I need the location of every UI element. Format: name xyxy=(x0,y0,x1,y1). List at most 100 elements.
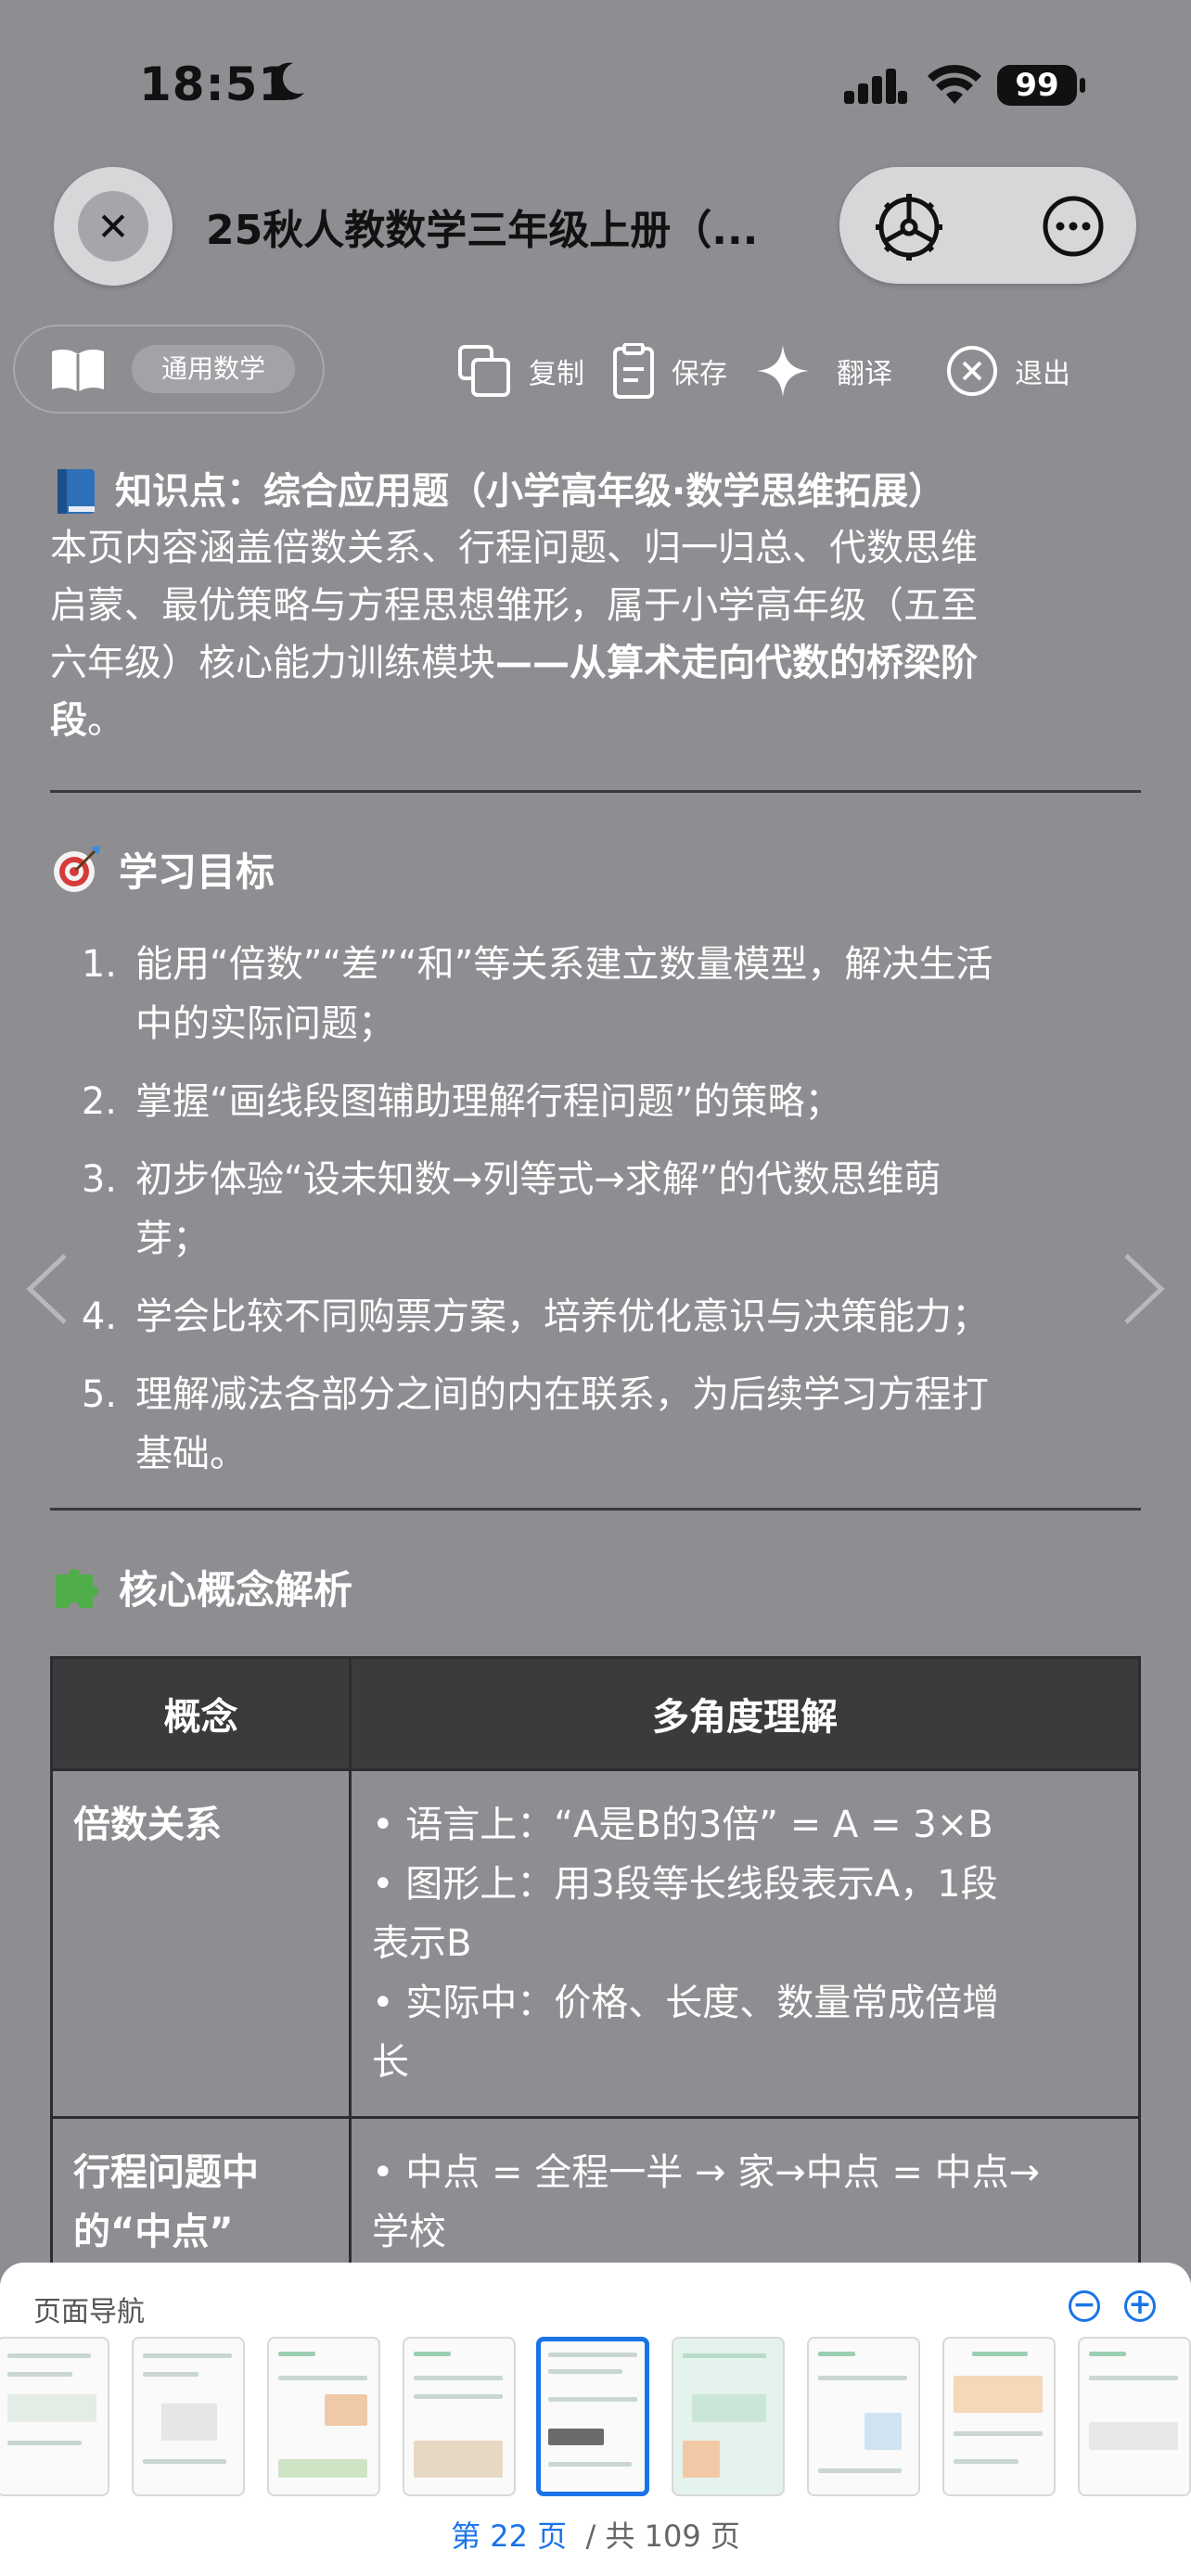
list-text: 能用“倍数”“差”“和”等关系建立数量模型，解决生活 中的实际问题； xyxy=(135,935,992,1053)
current-page: 第 22 页 xyxy=(451,2519,567,2554)
list-text: 初步体验“设未知数→列等式→求解”的代数思维萌 芽； xyxy=(135,1150,941,1269)
gear-icon[interactable] xyxy=(875,193,943,261)
list-text-line: 初步体验“设未知数→列等式→求解”的代数思维萌 xyxy=(135,1158,941,1201)
list-item: 3. 初步体验“设未知数→列等式→求解”的代数思维萌 芽； xyxy=(50,1150,1145,1269)
cell-line: 表示B xyxy=(372,1922,472,1965)
battery-indicator: 99 xyxy=(997,65,1077,106)
moon-icon xyxy=(271,62,304,100)
copy-label: 复制 xyxy=(529,358,584,390)
list-item: 1. 能用“倍数”“差”“和”等关系建立数量模型，解决生活 中的实际问题； xyxy=(50,935,1145,1053)
battery-cap xyxy=(1080,78,1085,93)
thumbnail-strip[interactable] xyxy=(0,2337,1191,2504)
sparkle-icon xyxy=(757,345,809,397)
goals-list: 1. 能用“倍数”“差”“和”等关系建立数量模型，解决生活 中的实际问题； 2. 掌握… xyxy=(50,935,1145,1484)
knowledge-emphasis-1: ——从算术走向代数的桥梁阶 xyxy=(495,642,978,684)
page-thumbnail[interactable] xyxy=(807,2337,920,2496)
list-item: 4. 学会比较不同购票方案，培养优化意识与决策能力； xyxy=(50,1287,1145,1346)
concepts-title: 核心概念解析 xyxy=(119,1567,353,1613)
cell-line: 的“中点” xyxy=(73,2211,234,2253)
mode-tag: 通用数学 xyxy=(132,345,295,393)
page-thumbnail[interactable] xyxy=(132,2337,245,2496)
clipboard-icon xyxy=(613,343,654,399)
divider xyxy=(50,790,1141,793)
header-actions-pill xyxy=(839,167,1136,284)
list-text-line: 能用“倍数”“差”“和”等关系建立数量模型，解决生活 xyxy=(135,943,993,986)
current-page-prefix: 第 xyxy=(451,2519,481,2554)
cell-line: 长 xyxy=(372,2041,409,2084)
knowledge-tail: 。 xyxy=(87,699,124,742)
table-cell: 倍数关系 xyxy=(50,1768,352,2119)
mode-selector[interactable]: 通用数学 xyxy=(13,325,325,414)
concepts-section-title: 核心概念解析 xyxy=(50,1559,1145,1615)
save-button[interactable]: 保存 xyxy=(612,343,727,399)
translate-button[interactable]: 翻译 xyxy=(757,343,892,399)
cell-line: • 语言上：“A是B的3倍” = A = 3×B xyxy=(372,1804,993,1846)
list-text: 理解减法各部分之间的内在联系，为后续学习方程打 基础。 xyxy=(135,1365,989,1484)
zoom-in-button[interactable]: + xyxy=(1124,2290,1156,2322)
list-text-line: 基础。 xyxy=(135,1433,247,1475)
ai-summary-content: 知识点：综合应用题（小学高年级·数学思维拓展） 本页内容涵盖倍数关系、行程问题、… xyxy=(50,464,1145,2289)
copy-button[interactable]: 复制 xyxy=(456,343,584,399)
exit-label: 退出 xyxy=(1015,358,1070,390)
cell-line: 学校 xyxy=(372,2211,446,2253)
copy-icon xyxy=(458,345,510,397)
divider xyxy=(50,1508,1141,1511)
zoom-out-button[interactable]: − xyxy=(1069,2290,1100,2322)
table-header-cell: 概念 xyxy=(50,1656,352,1771)
current-page-suffix: 页 xyxy=(537,2519,568,2554)
page-thumbnail-current[interactable] xyxy=(536,2337,649,2496)
total-pages: / 共 109 页 xyxy=(585,2519,740,2554)
page-thumbnail[interactable] xyxy=(267,2337,380,2496)
list-number: 5. xyxy=(81,1373,117,1416)
page-thumbnail[interactable] xyxy=(672,2337,785,2496)
list-text-line: 芽； xyxy=(135,1218,210,1260)
close-button[interactable]: ✕ xyxy=(54,167,173,286)
concepts-table: 概念 多角度理解 倍数关系 • 语言上：“A是B的3倍” = A = 3×B •… xyxy=(50,1656,1141,2289)
list-text-line: 中的实际问题； xyxy=(135,1002,395,1045)
puzzle-icon xyxy=(56,1568,98,1608)
knowledge-line-3: 六年级）核心能力训练模块——从算术走向代数的桥梁阶 xyxy=(50,634,1145,692)
list-number: 3. xyxy=(81,1158,117,1201)
exit-icon xyxy=(947,346,997,396)
exit-button[interactable]: 退出 xyxy=(946,343,1070,399)
close-icon: ✕ xyxy=(78,191,148,261)
cell-line: • 实际中：价格、长度、数量常成倍增 xyxy=(372,1982,1000,2024)
page-thumbnail[interactable] xyxy=(942,2337,1056,2496)
blue-book-icon xyxy=(58,469,95,514)
wifi-icon xyxy=(928,64,981,104)
goals-section-title: 学习目标 xyxy=(50,841,1145,898)
list-text: 学会比较不同购票方案，培养优化意识与决策能力； xyxy=(135,1295,989,1338)
list-number: 2. xyxy=(81,1080,117,1123)
list-number: 4. xyxy=(81,1295,117,1338)
list-item: 2. 掌握“画线段图辅助理解行程问题”的策略； xyxy=(50,1072,1145,1131)
list-number: 1. xyxy=(81,943,117,986)
cellular-signal-icon xyxy=(844,69,907,104)
table-cell: • 语言上：“A是B的3倍” = A = 3×B • 图形上：用3段等长线段表示… xyxy=(349,1768,1141,2119)
knowledge-heading: 知识点：综合应用题（小学高年级·数学思维拓展） xyxy=(115,470,946,513)
book-icon xyxy=(52,350,104,392)
knowledge-heading-row: 知识点：综合应用题（小学高年级·数学思维拓展） xyxy=(50,464,1145,519)
page-thumbnail[interactable] xyxy=(1078,2337,1191,2496)
goals-title: 学习目标 xyxy=(119,849,275,895)
page-thumbnail[interactable] xyxy=(403,2337,516,2496)
knowledge-line-3-text: 六年级）核心能力训练模块 xyxy=(50,642,495,684)
knowledge-line-1: 本页内容涵盖倍数关系、行程问题、归一归总、代数思维 xyxy=(50,527,978,569)
knowledge-line-4: 段。 xyxy=(50,692,1145,749)
translate-label: 翻译 xyxy=(837,358,892,390)
document-title: 25秋人教数学三年级上册（... xyxy=(206,207,759,254)
page-thumbnail[interactable] xyxy=(0,2337,109,2496)
list-item: 5. 理解减法各部分之间的内在联系，为后续学习方程打 基础。 xyxy=(50,1365,1145,1484)
page-navigator: 页面导航 − + 第 22 页 / 共 109 页 xyxy=(0,2263,1191,2576)
table-header-cell: 多角度理解 xyxy=(349,1656,1141,1771)
table-row: 倍数关系 • 语言上：“A是B的3倍” = A = 3×B • 图形上：用3段等… xyxy=(50,1768,1141,2119)
page-nav-label: 页面导航 xyxy=(33,2296,145,2328)
knowledge-line-2: 启蒙、最优策略与方程思想雏形，属于小学高年级（五至 xyxy=(50,584,978,627)
more-icon[interactable] xyxy=(1042,195,1105,258)
list-text-line: 理解减法各部分之间的内在联系，为后续学习方程打 xyxy=(135,1373,989,1416)
current-page-number: 22 xyxy=(490,2519,528,2554)
target-icon xyxy=(54,845,100,892)
knowledge-emphasis-2: 段 xyxy=(50,699,87,742)
list-text: 掌握“画线段图辅助理解行程问题”的策略； xyxy=(135,1080,842,1123)
table-header-row: 概念 多角度理解 xyxy=(50,1656,1141,1771)
cell-line: • 中点 = 全程一半 → 家→中点 = 中点→ xyxy=(372,2151,1041,2194)
